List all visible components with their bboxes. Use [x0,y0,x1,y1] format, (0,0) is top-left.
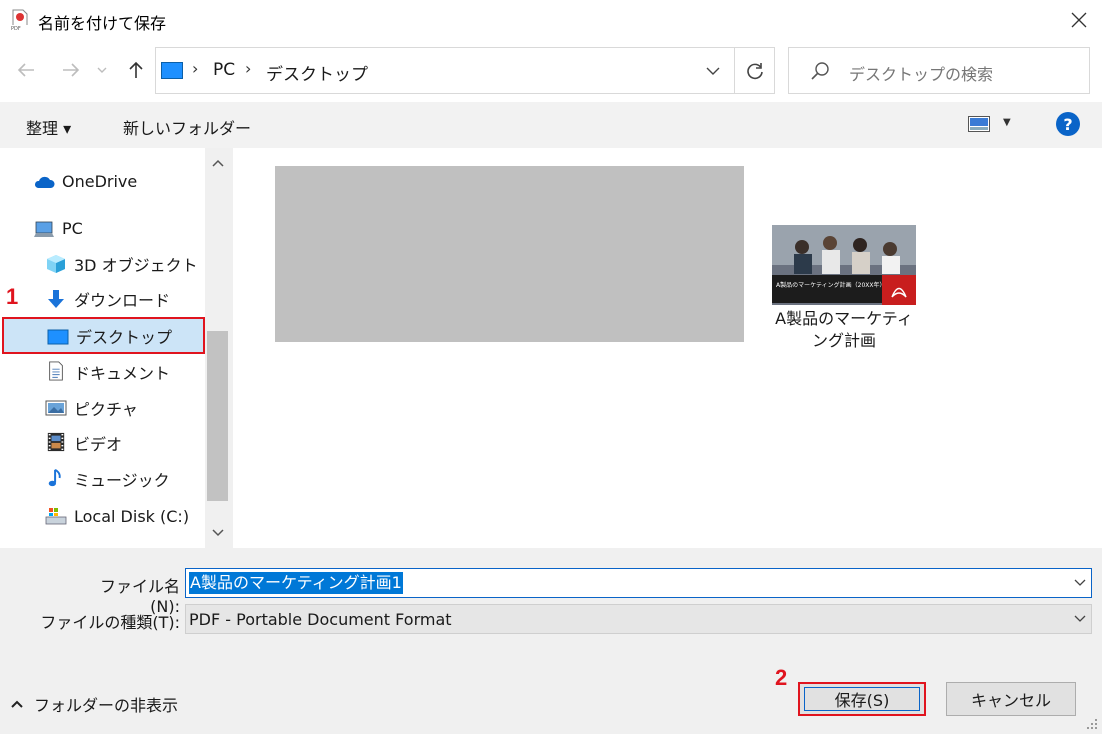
sidebar-item-pc[interactable]: PC [0,210,205,246]
sidebar-item-music[interactable]: ミュージック [0,461,205,497]
organize-menu[interactable]: 整理 ▾ [26,115,71,139]
sidebar-item-label: ダウンロード [74,291,171,310]
sidebar-item-onedrive[interactable]: OneDrive [0,163,205,199]
close-icon [1071,12,1087,28]
recent-locations-button[interactable] [92,56,112,84]
sidebar-item-label: デスクトップ [76,327,173,347]
chevron-up-icon [211,159,224,167]
chevron-down-icon [211,529,224,537]
breadcrumb-separator[interactable]: › [245,59,251,78]
window-title: 名前を付けて保存 [38,14,167,33]
sidebar-item-label: ビデオ [74,435,123,454]
address-bar[interactable]: › PC › デスクトップ [155,47,775,94]
search-box[interactable]: デスクトップの検索 [788,47,1090,94]
hide-folders-label: フォルダーの非表示 [34,696,179,715]
chevron-up-icon [11,700,23,708]
download-arrow-icon [48,290,64,308]
sidebar-item-label: PC [62,218,83,238]
breadcrumb-separator[interactable]: › [192,59,198,78]
sidebar-item-3d-objects[interactable]: 3D オブジェクト [0,246,205,282]
search-icon [811,62,829,80]
save-button[interactable]: 保存(S) [798,682,926,716]
chevron-down-icon [706,67,720,75]
scroll-up-button[interactable] [205,148,230,178]
view-options-icon[interactable] [968,116,990,132]
thumbnail-caption: A製品のマーケティング計画（20XX年） [776,281,885,289]
file-list-area[interactable]: A製品のマーケティング計画（20XX年） A製品のマーケティング計画 [233,148,1102,548]
filename-value[interactable]: A製品のマーケティング計画1 [189,572,403,594]
filetype-label: ファイルの種類(T): [40,613,180,632]
scrollbar-thumb[interactable] [207,331,228,501]
computer-icon [34,221,54,237]
up-button[interactable] [122,56,150,84]
sidebar-item-label: ミュージック [74,471,170,490]
video-film-icon [47,432,65,452]
file-name-label[interactable]: A製品のマーケティング計画 [769,308,919,352]
arrow-right-icon [63,63,80,77]
refresh-icon [746,62,763,79]
address-history-dropdown[interactable] [693,48,733,93]
sidebar-item-label: ピクチャ [74,400,138,419]
sidebar-item-desktop[interactable]: デスクトップ [2,317,205,354]
file-thumbnail[interactable]: A製品のマーケティング計画（20XX年） [772,225,916,305]
step-1-marker: 1 [6,284,19,309]
cancel-button[interactable]: キャンセル [946,682,1076,716]
chevron-down-icon[interactable] [1073,574,1087,592]
cube-icon [47,255,65,273]
save-button-label: 保存(S) [834,691,890,710]
breadcrumb-desktop[interactable]: デスクトップ [266,60,368,85]
filename-input[interactable]: A製品のマーケティング計画1 [185,568,1092,598]
save-button-focus: 保存(S) [804,687,920,711]
pdf-app-icon: PDF [11,9,29,32]
scroll-down-button[interactable] [205,518,230,548]
command-bar: 整理 ▾ 新しいフォルダー [0,102,1102,148]
back-button[interactable] [12,56,40,84]
sidebar-item-pictures[interactable]: ピクチャ [0,390,205,426]
sidebar-item-local-disk[interactable]: Local Disk (C:) [0,498,205,534]
breadcrumb-pc[interactable]: PC [213,60,235,80]
desktop-icon [47,329,69,345]
drive-icon [45,508,67,525]
sidebar-item-downloads[interactable]: ダウンロード [0,281,205,317]
close-button[interactable] [1056,0,1102,40]
navigation-scrollbar[interactable] [205,148,230,548]
forward-button[interactable] [57,56,85,84]
svg-text:PDF: PDF [11,26,21,32]
chevron-down-icon [97,67,107,73]
filetype-value: PDF - Portable Document Format [189,610,452,629]
title-bar: PDF 名前を付けて保存 [0,0,1102,40]
picture-icon [45,400,67,416]
cloud-icon [34,176,55,188]
sidebar-item-documents[interactable]: ドキュメント [0,354,205,390]
sidebar-item-label: ドキュメント [74,364,171,383]
desktop-icon [161,62,183,79]
help-button[interactable]: ? [1056,112,1080,136]
hide-folders-toggle[interactable]: フォルダーの非表示 [10,692,178,716]
navigation-pane: OneDrive PC 3D オブジェクト ダウンロード デスクトップ ドキュメ… [0,148,230,548]
arrow-left-icon [17,63,34,77]
sidebar-item-label: 3D オブジェクト [74,256,198,275]
resize-grip-icon[interactable] [1086,718,1098,730]
new-folder-button[interactable]: 新しいフォルダー [123,115,251,139]
sidebar-item-label: Local Disk (C:) [74,506,190,526]
music-note-icon [48,469,61,487]
step-2-marker: 2 [775,665,788,690]
arrow-up-icon [129,61,143,78]
thumbnail-photo: A製品のマーケティング計画（20XX年） [772,225,916,305]
search-input[interactable]: デスクトップの検索 [849,61,993,85]
refresh-button[interactable] [734,48,774,93]
document-icon [49,361,63,381]
view-dropdown-button[interactable]: ▼ [1003,117,1011,128]
redacted-area [275,166,744,342]
cancel-button-label: キャンセル [970,691,1051,710]
save-as-dialog: PDF 名前を付けて保存 › PC › デスクトップ デスクトップの検索 整理 … [0,0,1102,734]
chevron-down-icon [1074,615,1086,622]
sidebar-item-videos[interactable]: ビデオ [0,425,205,461]
filetype-select[interactable]: PDF - Portable Document Format [185,604,1092,634]
sidebar-item-label: OneDrive [62,171,138,191]
